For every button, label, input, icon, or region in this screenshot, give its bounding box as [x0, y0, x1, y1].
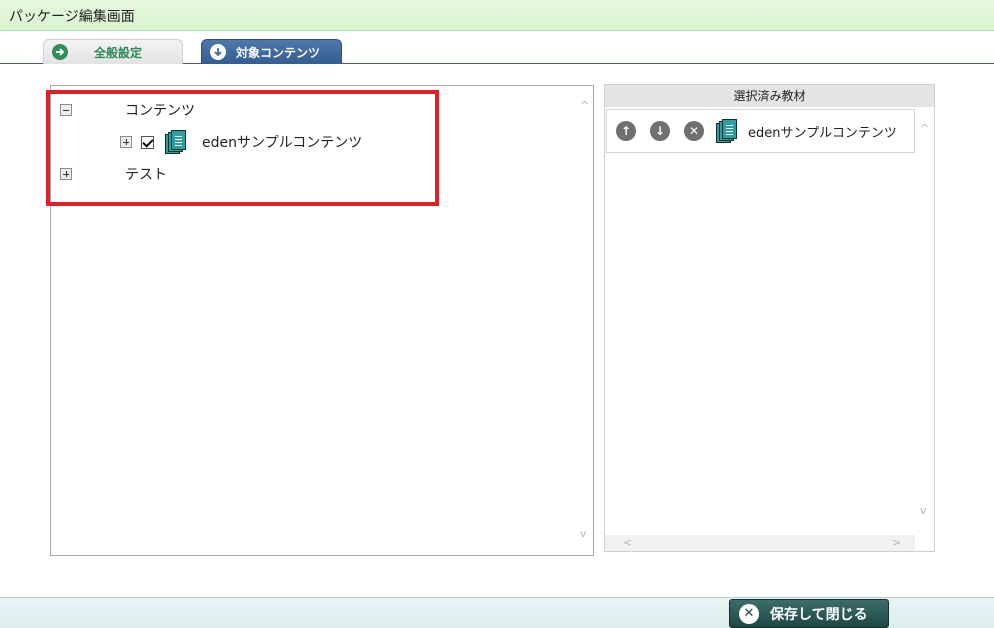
- highlight-box: [46, 90, 439, 206]
- selected-scroll-down-arrow[interactable]: v: [920, 505, 927, 516]
- window-title: パッケージ編集画面: [9, 9, 135, 25]
- selected-item[interactable]: ↑ ↓ ✕ edenサンプルコンテンツ: [606, 109, 915, 153]
- selected-materials-header: 選択済み教材: [605, 85, 934, 107]
- tree-scroll-up-arrow[interactable]: ^: [580, 100, 589, 111]
- close-icon: ✕: [739, 603, 759, 624]
- selected-scroll-up-arrow[interactable]: ^: [920, 123, 929, 134]
- save-and-close-label: 保存して閉じる: [770, 606, 868, 623]
- move-down-button[interactable]: ↓: [650, 121, 670, 141]
- save-and-close-button[interactable]: ✕ 保存して閉じる: [729, 599, 889, 628]
- move-up-button[interactable]: ↑: [616, 121, 636, 141]
- selected-item-label: edenサンプルコンテンツ: [748, 125, 897, 141]
- arrow-down-circle-icon: [210, 44, 226, 60]
- tree-scroll-down-arrow[interactable]: v: [580, 528, 587, 539]
- content-book-icon: [716, 119, 738, 143]
- horizontal-scrollbar[interactable]: < >: [605, 535, 915, 551]
- tab-general-settings[interactable]: 全般設定: [43, 39, 183, 64]
- tab-target-contents[interactable]: 対象コンテンツ: [201, 39, 342, 64]
- tab-general-settings-label: 全般設定: [94, 45, 143, 60]
- scroll-left-arrow[interactable]: <: [623, 537, 632, 548]
- arrow-right-circle-icon: [52, 44, 68, 60]
- tab-target-contents-label: 対象コンテンツ: [236, 45, 321, 60]
- scroll-right-arrow[interactable]: >: [892, 537, 901, 548]
- remove-button[interactable]: ✕: [684, 121, 704, 141]
- title-bar: パッケージ編集画面: [0, 0, 994, 31]
- selected-materials-panel: 選択済み教材 ↑ ↓ ✕ edenサンプルコンテンツ ^ v < >: [604, 84, 935, 552]
